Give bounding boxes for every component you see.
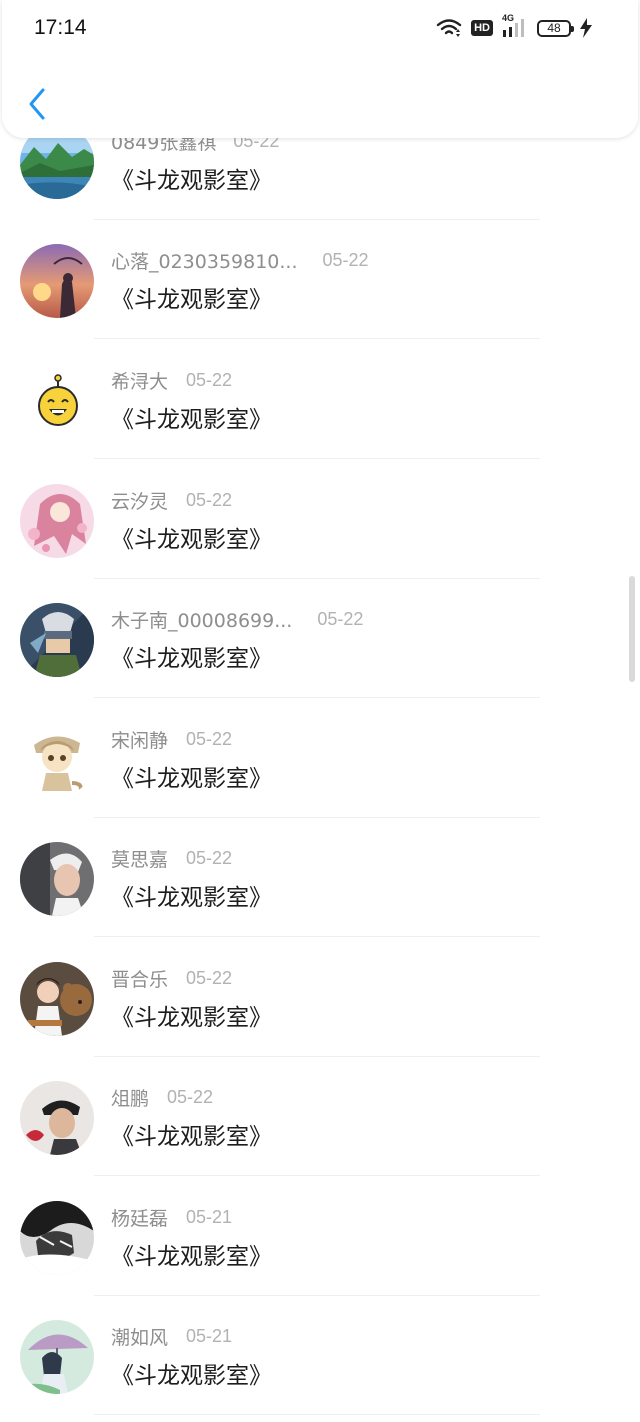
scrollbar[interactable] [629, 576, 635, 682]
date-label: 05-22 [322, 249, 369, 270]
list-item[interactable]: 杨廷磊 05-21 《斗龙观影室》 [0, 1177, 640, 1296]
date-label: 05-22 [186, 489, 233, 510]
list-item[interactable]: 心落_0230359810... 05-22 《斗龙观影室》 [0, 220, 640, 339]
signal-icon: 4G [502, 13, 528, 38]
chevron-left-icon [29, 88, 45, 120]
post-title[interactable]: 《斗龙观影室》 [111, 1237, 272, 1271]
user-name[interactable]: 心落_0230359810... [111, 247, 298, 274]
divider [94, 1175, 540, 1176]
user-name[interactable]: 俎鹏 [111, 1084, 149, 1111]
date-label: 05-22 [186, 369, 233, 390]
divider [94, 458, 540, 459]
divider [94, 697, 540, 698]
list-item[interactable]: 俎鹏 05-22 《斗龙观影室》 [0, 1057, 640, 1176]
post-title[interactable]: 《斗龙观影室》 [111, 1117, 272, 1151]
list-item[interactable]: 木子南_00008699... 05-22 《斗龙观影室》 [0, 579, 640, 698]
avatar[interactable] [20, 603, 94, 677]
list-item[interactable]: 晋合乐 05-22 《斗龙观影室》 [0, 938, 640, 1057]
wifi-icon [436, 18, 462, 38]
date-label: 05-21 [186, 1325, 233, 1346]
avatar[interactable] [20, 364, 94, 438]
user-name[interactable]: 潮如风 [111, 1323, 168, 1350]
avatar[interactable] [20, 1320, 94, 1394]
post-title[interactable]: 《斗龙观影室》 [111, 878, 272, 912]
date-label: 05-22 [317, 608, 364, 629]
user-name[interactable]: 宋闲静 [111, 726, 168, 753]
avatar[interactable] [20, 842, 94, 916]
post-title[interactable]: 《斗龙观影室》 [111, 998, 272, 1032]
list-item[interactable]: 希浔大 05-22 《斗龙观影室》 [0, 340, 640, 459]
post-title[interactable]: 《斗龙观影室》 [111, 1356, 272, 1390]
list-item[interactable]: 莫思嘉 05-22 《斗龙观影室》 [0, 818, 640, 937]
list-item[interactable]: 云汐灵 05-22 《斗龙观影室》 [0, 460, 640, 579]
post-title[interactable]: 《斗龙观影室》 [111, 400, 272, 434]
divider [94, 338, 540, 339]
list-item[interactable]: 潮如风 05-21 《斗龙观影室》 [0, 1296, 640, 1415]
post-title[interactable]: 《斗龙观影室》 [111, 639, 272, 673]
status-icons: HD 4G 48 [436, 13, 592, 39]
date-label: 05-21 [186, 1206, 233, 1227]
status-bar: 17:14 HD 4G 48 [0, 0, 640, 56]
list-item[interactable]: 宋闲静 05-22 《斗龙观影室》 [0, 699, 640, 818]
battery-icon: 48 [537, 19, 574, 37]
user-name[interactable]: 晋合乐 [111, 965, 168, 992]
avatar[interactable] [20, 962, 94, 1036]
date-label: 05-22 [186, 967, 233, 988]
date-label: 05-22 [186, 847, 233, 868]
hd-badge: HD [471, 20, 493, 36]
back-button[interactable] [24, 86, 50, 122]
user-name[interactable]: 云汐灵 [111, 487, 168, 514]
post-title[interactable]: 《斗龙观影室》 [111, 161, 272, 195]
user-name[interactable]: 杨廷磊 [111, 1204, 168, 1231]
user-name[interactable]: 莫思嘉 [111, 845, 168, 872]
charging-bolt-icon [580, 18, 592, 38]
post-title[interactable]: 《斗龙观影室》 [111, 759, 272, 793]
avatar[interactable] [20, 1201, 94, 1275]
divider [94, 1414, 540, 1415]
user-name[interactable]: 希浔大 [111, 367, 168, 394]
avatar[interactable] [20, 1081, 94, 1155]
divider [94, 936, 540, 937]
avatar[interactable] [20, 723, 94, 797]
date-label: 05-22 [186, 728, 233, 749]
user-name[interactable]: 木子南_00008699... [111, 606, 292, 633]
post-title[interactable]: 《斗龙观影室》 [111, 280, 272, 314]
avatar[interactable] [20, 484, 94, 558]
post-title[interactable]: 《斗龙观影室》 [111, 520, 272, 554]
status-time: 17:14 [34, 16, 87, 39]
date-label: 05-22 [167, 1086, 214, 1107]
avatar[interactable] [20, 244, 94, 318]
network-type-label: 4G [502, 13, 515, 23]
